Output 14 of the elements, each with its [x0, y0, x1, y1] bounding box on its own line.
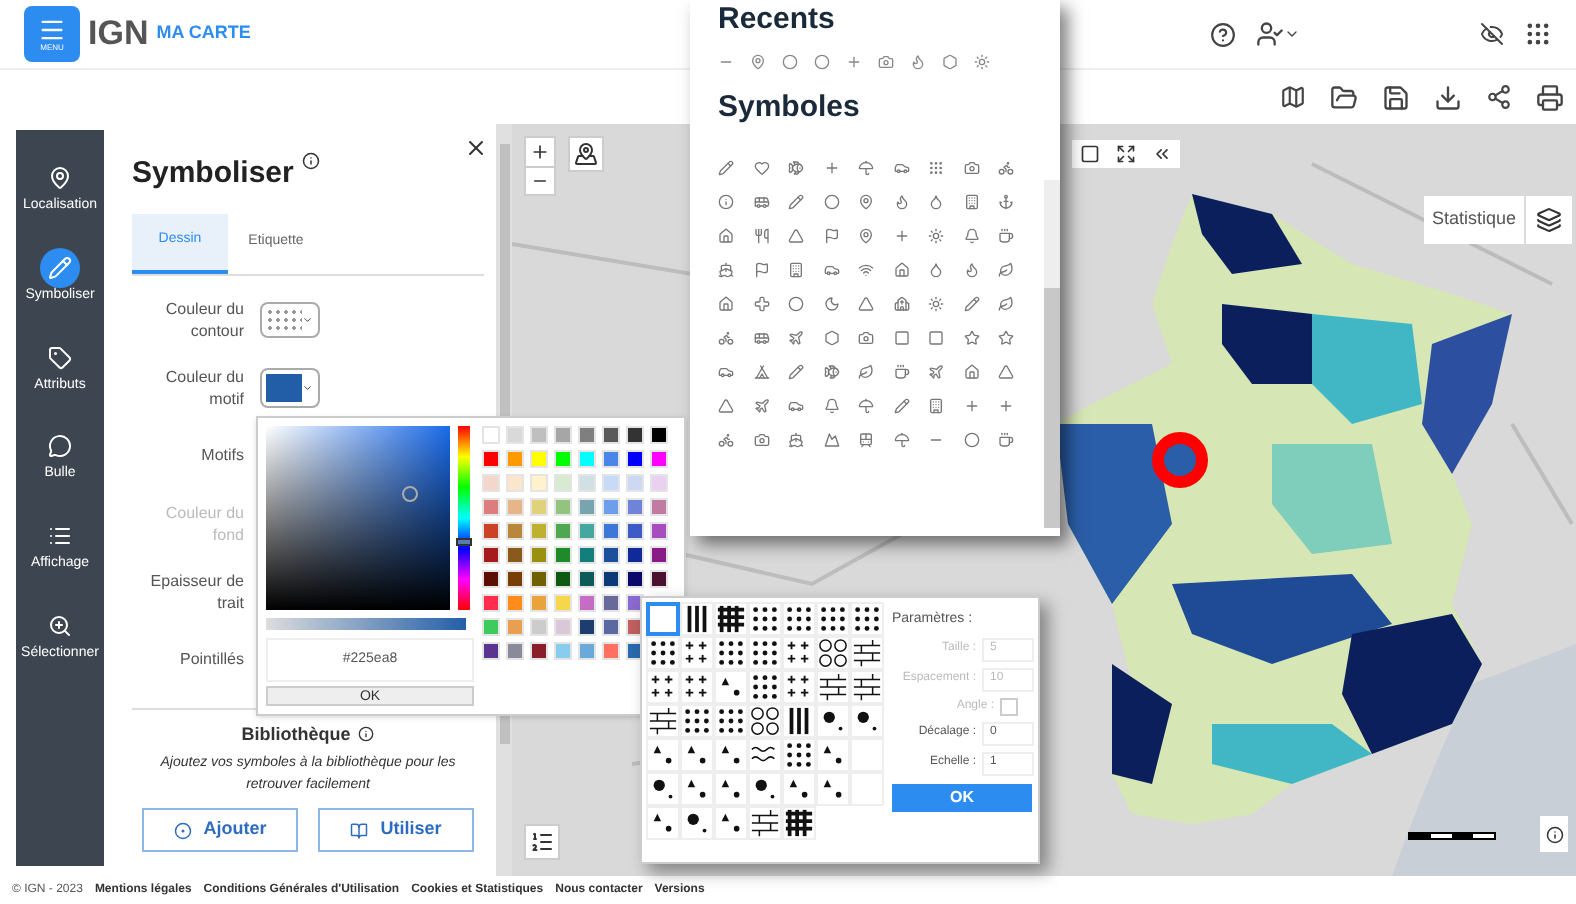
recents-title: Recents: [718, 2, 837, 38]
use-button[interactable]: Utiliser: [318, 808, 474, 852]
add-button[interactable]: Ajouter: [142, 808, 298, 852]
field-label: Couleur du motif: [163, 365, 244, 409]
field-label: Couleur du fond: [163, 501, 244, 545]
panel-title: Symboliser: [132, 154, 294, 194]
field-label: Motifs: [199, 444, 244, 466]
field-label: Couleur du contour: [163, 297, 244, 341]
field-label: Epaisseur de trait: [148, 569, 244, 613]
product-name: MA CARTE: [156, 20, 251, 47]
library-title: Bibliothèque: [241, 721, 351, 748]
field-label: Pointillés: [177, 648, 244, 670]
symbols-title: Symboles: [718, 88, 862, 128]
brand-logo: IGN: [88, 12, 149, 57]
